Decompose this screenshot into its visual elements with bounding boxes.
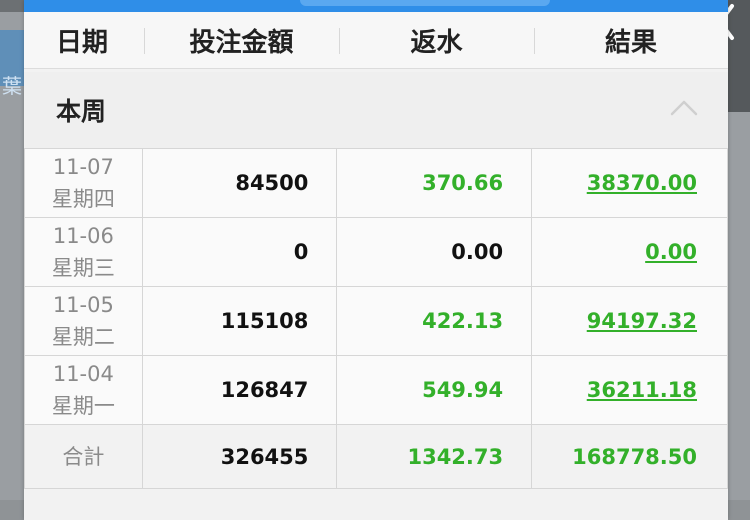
report-table: 11-07 星期四 84500 370.66 38370.00 11-06 星期… (24, 148, 728, 489)
header-bet: 投注金額 (144, 12, 339, 68)
total-row: 合計 326455 1342.73 168778.50 (24, 424, 728, 489)
chevron-up-icon[interactable] (670, 98, 698, 116)
row-result-cell: 36211.18 (531, 355, 728, 425)
row-weekday: 星期三 (51, 256, 115, 280)
top-strip (24, 0, 728, 12)
row-date-cell: 11-06 星期三 (24, 217, 143, 287)
row-result-cell: 94197.32 (531, 286, 728, 356)
row-date: 11-05 (52, 293, 114, 317)
table-row: 11-05 星期二 115108 422.13 94197.32 (24, 286, 728, 356)
row-bet: 126847 (141, 355, 338, 425)
row-bet: 115108 (141, 286, 338, 356)
total-bet: 326455 (141, 424, 338, 489)
table-header: 日期 投注金額 返水 結果 (24, 12, 728, 69)
header-result: 結果 (534, 12, 728, 68)
table-row: 11-07 星期四 84500 370.66 38370.00 (24, 148, 728, 218)
row-rebate: 370.66 (336, 148, 533, 218)
backdrop-side-bar: 葉 (0, 30, 24, 98)
header-date: 日期 (56, 27, 109, 58)
row-weekday: 星期一 (51, 394, 115, 418)
section-title: 本周 (56, 97, 107, 126)
row-date: 11-04 (52, 362, 114, 386)
report-sheet: 日期 投注金額 返水 結果 本周 11-07 星期四 84500 370.66 (24, 0, 728, 520)
backdrop-top-mark (0, 0, 24, 12)
total-label: 合計 (24, 424, 143, 489)
row-date-cell: 11-04 星期一 (24, 355, 143, 425)
row-result-link[interactable]: 38370.00 (587, 171, 697, 195)
header-bet-label: 投注金額 (189, 27, 294, 58)
row-bet: 0 (141, 217, 338, 287)
row-rebate: 422.13 (336, 286, 533, 356)
row-result-link[interactable]: 94197.32 (587, 309, 697, 333)
row-result-cell: 0.00 (531, 217, 728, 287)
row-date-cell: 11-07 星期四 (24, 148, 143, 218)
backdrop-char: 葉 (2, 74, 22, 98)
section-this-week[interactable]: 本周 (24, 72, 728, 149)
header-result-label: 結果 (604, 27, 657, 58)
row-weekday: 星期四 (51, 187, 115, 211)
row-date: 11-07 (52, 155, 114, 179)
top-strip-pill (300, 0, 550, 6)
total-rebate: 1342.73 (336, 424, 533, 489)
row-result-link[interactable]: 36211.18 (587, 378, 697, 402)
row-result-cell: 38370.00 (531, 148, 728, 218)
table-row: 11-04 星期一 126847 549.94 36211.18 (24, 355, 728, 425)
row-rebate: 549.94 (336, 355, 533, 425)
row-date-cell: 11-05 星期二 (24, 286, 143, 356)
header-rebate: 返水 (339, 12, 534, 68)
table-row: 11-06 星期三 0 0.00 0.00 (24, 217, 728, 287)
row-weekday: 星期二 (51, 325, 115, 349)
total-result: 168778.50 (531, 424, 728, 489)
row-result-link[interactable]: 0.00 (645, 240, 697, 264)
header-rebate-label: 返水 (410, 27, 463, 58)
row-bet: 84500 (141, 148, 338, 218)
row-date: 11-06 (52, 224, 114, 248)
row-rebate: 0.00 (336, 217, 533, 287)
